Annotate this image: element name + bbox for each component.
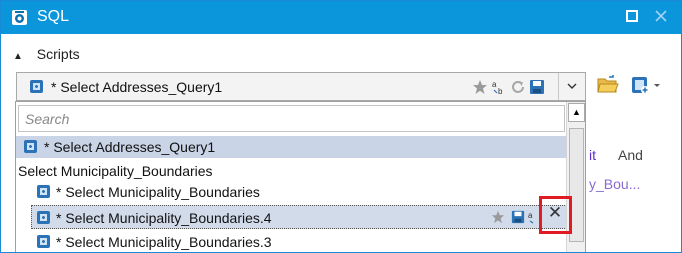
list-item-hovered[interactable]: * Select Municipality_Boundaries.4 a (31, 205, 567, 229)
favorite-star-icon[interactable] (472, 79, 488, 95)
script-icon (30, 80, 43, 93)
open-folder-icon[interactable] (597, 75, 619, 95)
search-box[interactable] (18, 105, 565, 132)
close-window-icon[interactable] (652, 8, 670, 26)
svg-text:a: a (528, 211, 533, 220)
favorite-star-icon[interactable] (491, 210, 505, 224)
list-item[interactable]: * Select Municipality_Boundaries.3 (16, 231, 567, 252)
list-item-label: * Select Municipality_Boundaries (56, 184, 260, 200)
list-item-label: * Select Addresses_Query1 (44, 139, 216, 155)
collapse-chevron-icon[interactable]: ▲ (13, 51, 23, 62)
group-label: Select Municipality_Boundaries (18, 163, 213, 179)
delete-x-icon[interactable]: ✕ (546, 204, 564, 222)
svg-text:a: a (492, 80, 497, 89)
title-bar: SQL (1, 1, 681, 34)
selected-script: * Select Addresses_Query1 (51, 79, 223, 95)
background-text-3: y_Bou... (589, 176, 641, 192)
window-title: SQL (37, 8, 70, 25)
scroll-up-icon[interactable]: ▲ (568, 103, 585, 122)
new-script-icon[interactable] (630, 75, 660, 95)
scripts-section-header[interactable]: ▲ Scripts (13, 46, 80, 62)
background-text-1: it (589, 147, 596, 163)
svg-text:b: b (498, 87, 503, 95)
format-ab-icon[interactable]: a (528, 210, 538, 224)
script-icon (37, 235, 50, 248)
section-label: Scripts (36, 46, 80, 62)
save-icon[interactable] (529, 79, 545, 95)
format-ab-icon[interactable]: ab (491, 79, 507, 95)
script-icon (37, 211, 50, 224)
minimize-icon[interactable] (623, 8, 641, 26)
list-item[interactable]: * Select Addresses_Query1 (16, 136, 567, 158)
sql-app-icon (12, 10, 27, 25)
search-input[interactable] (19, 106, 564, 131)
refresh-icon[interactable] (510, 79, 526, 95)
list-item[interactable]: * Select Municipality_Boundaries (16, 181, 567, 203)
list-item-label: * Select Municipality_Boundaries.3 (56, 234, 272, 250)
script-icon (24, 140, 37, 153)
list-item-label: * Select Municipality_Boundaries.4 (56, 210, 272, 226)
script-selector[interactable]: * Select Addresses_Query1 ab (16, 72, 586, 101)
sql-window: SQL ▲ Scripts * Select Addresses_Query1 … (0, 0, 682, 253)
combo-tools: ab (472, 79, 545, 95)
list-group-header[interactable]: Select Municipality_Boundaries (16, 160, 567, 182)
save-icon[interactable] (511, 210, 525, 224)
script-icon (37, 185, 50, 198)
background-text-2: And (618, 147, 643, 163)
script-dropdown-list: * Select Addresses_Query1 Select Municip… (15, 101, 586, 252)
dropdown-arrow-icon[interactable] (558, 73, 585, 100)
